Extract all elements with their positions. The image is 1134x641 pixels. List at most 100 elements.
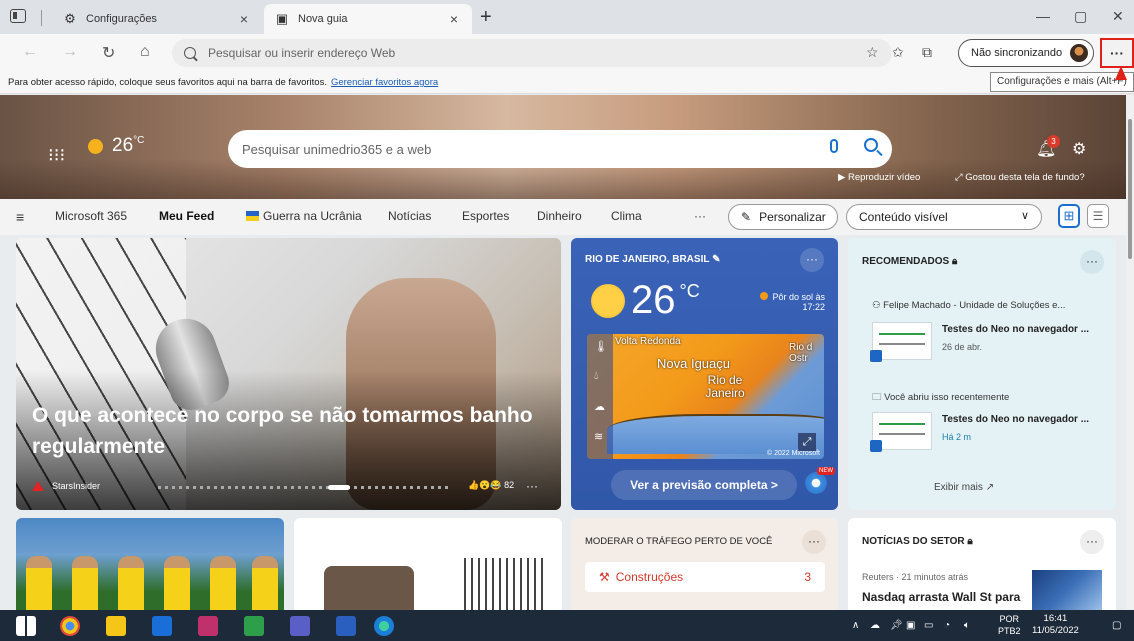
refresh-icon[interactable]: ↻ bbox=[102, 43, 115, 63]
word-icon[interactable] bbox=[336, 616, 356, 636]
traffic-row-construction[interactable]: ⚒ Construções 3 bbox=[585, 562, 825, 592]
map-label: Nova Iguaçu bbox=[657, 356, 730, 371]
show-more-link[interactable]: Exibir mais ↗ bbox=[934, 482, 994, 493]
feed-tab-money[interactable]: Dinheiro bbox=[537, 209, 582, 223]
play-video-button[interactable]: ▶ Reproduzir vídeo bbox=[838, 172, 920, 183]
microphone-icon[interactable] bbox=[830, 139, 838, 153]
favorites-icon[interactable]: ✩ bbox=[892, 44, 904, 61]
tab-label: Configurações bbox=[86, 13, 157, 25]
web-search-input[interactable]: Pesquisar unimedrio365 e a web bbox=[228, 130, 892, 168]
close-tab-icon[interactable]: × bbox=[236, 11, 252, 27]
manage-favorites-link[interactable]: Gerenciar favoritos agora bbox=[331, 77, 438, 88]
wind-layer-icon[interactable]: ≋ bbox=[594, 430, 603, 443]
minimize-button[interactable]: — bbox=[1036, 8, 1050, 24]
full-forecast-button[interactable]: Ver a previsão completa > bbox=[611, 470, 797, 500]
like-background-button[interactable]: ⤢ Gostou desta tela de fundo? bbox=[955, 172, 1085, 183]
tab-actions-icon[interactable] bbox=[10, 9, 26, 23]
story-headline[interactable]: O que acontece no corpo se não tomarmos … bbox=[32, 400, 552, 462]
construction-icon: ⚒ bbox=[599, 570, 610, 584]
content-visibility-select[interactable]: Conteúdo visível ∨ bbox=[846, 204, 1042, 230]
temperature-layer-icon[interactable]: 🌡︎ bbox=[594, 340, 608, 353]
volume-icon[interactable]: 🔈︎ bbox=[964, 620, 970, 631]
wifi-icon[interactable]: ◔ bbox=[944, 620, 950, 631]
pin-icon[interactable]: 📌︎ bbox=[890, 620, 903, 631]
hero-temperature[interactable]: 26°C bbox=[112, 135, 144, 157]
page-settings-icon[interactable]: ⚙ bbox=[1072, 139, 1086, 159]
feed-more-button[interactable]: ··· bbox=[694, 209, 706, 223]
weather-card[interactable]: RIO DE JANEIRO, BRASIL ✎ ··· 26 °C Pôr do… bbox=[571, 238, 838, 510]
recent-label: 🗀 Você abriu isso recentemente bbox=[872, 392, 1010, 403]
recommended-document-title[interactable]: Testes do Neo no navegador ... bbox=[942, 324, 1102, 335]
weather-app-icon[interactable] bbox=[805, 472, 827, 494]
player-image bbox=[118, 556, 144, 610]
collections-icon[interactable]: ⧉ bbox=[922, 44, 932, 61]
file-explorer-icon[interactable] bbox=[106, 616, 126, 636]
new-tab-button[interactable]: + bbox=[480, 6, 492, 29]
tab-new-tab[interactable]: ▣ Nova guia × bbox=[264, 4, 472, 34]
news-headline[interactable]: Nasdaq arrasta Wall St para bbox=[862, 590, 1020, 604]
feed-tab-weather[interactable]: Clima bbox=[611, 209, 642, 223]
document-thumbnail[interactable] bbox=[870, 412, 932, 452]
feed-tab-my-feed[interactable]: Meu Feed bbox=[159, 209, 214, 223]
teams-icon[interactable] bbox=[290, 616, 310, 636]
soccer-story-card[interactable] bbox=[16, 518, 284, 610]
industry-news-title: NOTÍCIAS DO SETOR 🔒︎ bbox=[862, 536, 973, 547]
recommended-more-button[interactable]: ··· bbox=[1080, 250, 1104, 274]
tab-settings[interactable]: ⚙ Configurações × bbox=[52, 4, 262, 34]
grid-layout-icon[interactable]: ⊞ bbox=[1058, 204, 1080, 228]
fashion-story-card[interactable] bbox=[294, 518, 562, 610]
recommended-document-title[interactable]: Testes do Neo no navegador ... bbox=[942, 414, 1102, 425]
traffic-more-button[interactable]: ··· bbox=[802, 530, 826, 554]
restore-button[interactable]: ▢ bbox=[1074, 8, 1087, 25]
app-tray-icon[interactable]: ▣ bbox=[906, 620, 915, 631]
close-tab-icon[interactable]: × bbox=[446, 11, 462, 27]
chrome-icon[interactable] bbox=[60, 616, 80, 636]
close-window-button[interactable]: ✕ bbox=[1112, 8, 1124, 25]
whiteboard-icon[interactable] bbox=[244, 616, 264, 636]
search-icon[interactable] bbox=[864, 138, 878, 152]
forward-icon[interactable]: → bbox=[62, 43, 78, 61]
personalize-button[interactable]: ✎ Personalizar bbox=[728, 204, 838, 230]
page-scrollbar[interactable] bbox=[1126, 95, 1134, 609]
edit-location-icon[interactable]: ✎ bbox=[712, 254, 720, 265]
edge-icon[interactable] bbox=[374, 616, 394, 636]
app-launcher-icon[interactable]: ⁝⁝⁝ bbox=[48, 145, 65, 166]
carousel-indicators[interactable] bbox=[158, 485, 448, 490]
back-icon[interactable]: ← bbox=[22, 43, 38, 61]
weather-more-button[interactable]: ··· bbox=[800, 248, 824, 272]
outlook-icon[interactable] bbox=[152, 616, 172, 636]
language-indicator[interactable]: POR PTB2 bbox=[998, 613, 1021, 637]
weather-map[interactable]: 🌡︎ 💧︎ ☁ ≋ Volta Redonda Nova Iguaçu Rio … bbox=[587, 334, 824, 459]
reactions[interactable]: 👍😮😂 82 bbox=[468, 480, 514, 491]
show-hidden-icons-icon[interactable]: ∧ bbox=[852, 620, 859, 631]
home-icon[interactable]: ⌂ bbox=[140, 43, 150, 61]
industry-more-button[interactable]: ··· bbox=[1080, 530, 1104, 554]
menu-icon[interactable]: ≡ bbox=[16, 209, 24, 225]
list-layout-icon[interactable]: ☰ bbox=[1087, 204, 1109, 228]
expand-map-icon[interactable]: ⤢ bbox=[798, 433, 816, 451]
feed-tab-ukraine[interactable]: Guerra na Ucrânia bbox=[246, 209, 362, 223]
profile-sync-button[interactable]: Não sincronizando bbox=[958, 39, 1094, 67]
main-story-card[interactable]: O que acontece no corpo se não tomarmos … bbox=[16, 238, 561, 510]
windows-start-icon[interactable] bbox=[16, 616, 36, 636]
feed-tab-news[interactable]: Notícias bbox=[388, 209, 431, 223]
add-favorite-icon[interactable]: ☆ bbox=[866, 44, 879, 61]
news-image[interactable] bbox=[1032, 570, 1102, 610]
battery-icon[interactable]: ▭ bbox=[924, 620, 933, 631]
feed-tab-microsoft365[interactable]: Microsoft 365 bbox=[55, 209, 127, 223]
traffic-count: 3 bbox=[804, 570, 811, 584]
document-thumbnail[interactable] bbox=[870, 322, 932, 362]
notifications-icon[interactable]: ▢ bbox=[1112, 620, 1121, 631]
address-bar[interactable]: Pesquisar ou inserir endereço Web bbox=[172, 39, 892, 67]
app-icon[interactable] bbox=[198, 616, 218, 636]
system-clock[interactable]: 16:41 11/05/2022 bbox=[1032, 613, 1079, 637]
map-label: Volta Redonda bbox=[615, 336, 681, 347]
precipitation-layer-icon[interactable]: 💧︎ bbox=[594, 370, 598, 383]
onedrive-icon[interactable]: ☁ bbox=[870, 620, 880, 631]
settings-and-more-button[interactable]: ··· bbox=[1100, 38, 1134, 68]
cloud-layer-icon[interactable]: ☁ bbox=[594, 400, 605, 413]
feed-tab-sports[interactable]: Esportes bbox=[462, 209, 509, 223]
player-image bbox=[26, 556, 52, 610]
story-more-button[interactable]: ··· bbox=[526, 479, 538, 493]
weather-location[interactable]: RIO DE JANEIRO, BRASIL ✎ bbox=[585, 254, 720, 265]
